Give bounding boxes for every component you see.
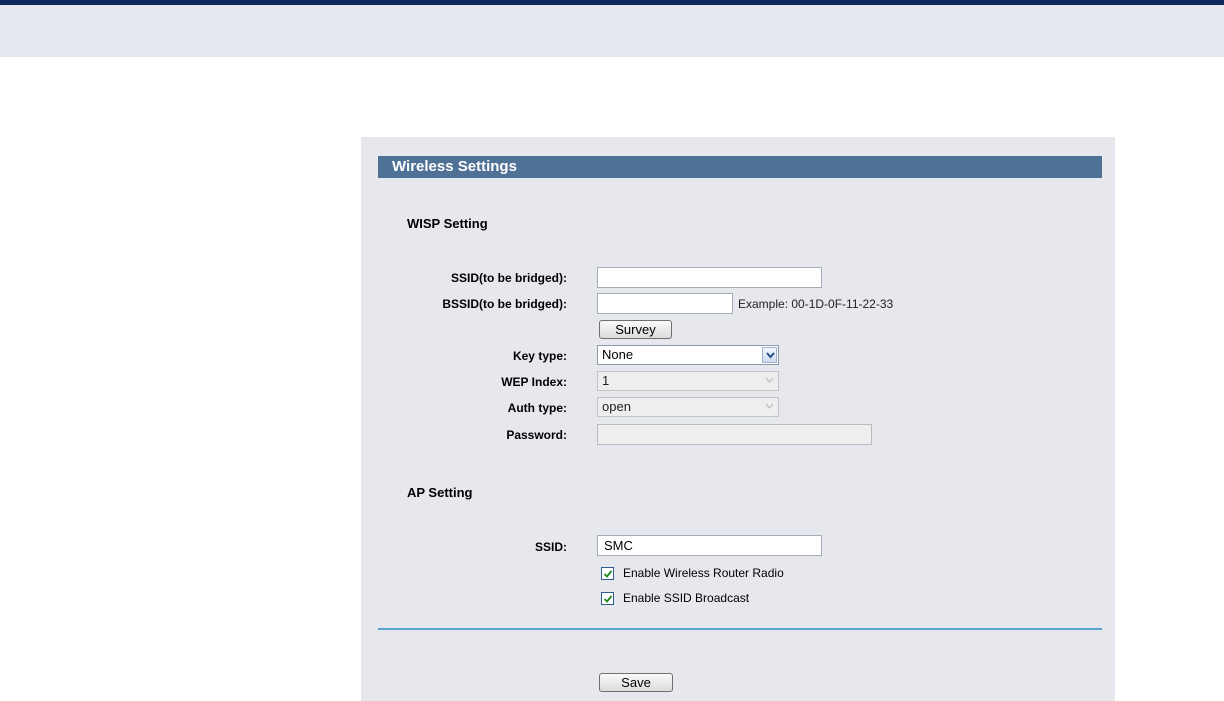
wep-index-value: 1 — [602, 373, 610, 388]
ap-ssid-input[interactable] — [597, 535, 822, 556]
chevron-down-icon[interactable] — [762, 347, 777, 363]
auth-type-value: open — [602, 399, 631, 414]
chevron-down-icon — [762, 399, 777, 415]
wep-index-label: WEP Index: — [501, 375, 567, 389]
auth-type-select[interactable]: open — [597, 397, 779, 417]
wisp-ssid-label: SSID(to be bridged): — [451, 271, 567, 285]
wisp-bssid-input[interactable] — [597, 293, 733, 314]
enable-radio-checkbox[interactable] — [601, 566, 614, 580]
key-type-label: Key type: — [512, 349, 567, 363]
chevron-down-icon — [762, 373, 777, 389]
wireless-settings-panel: Wireless Settings WISP Setting SSID(to b… — [361, 137, 1115, 701]
top-banner — [0, 5, 1224, 57]
wisp-bssid-label: BSSID(to be bridged): — [442, 297, 567, 311]
enable-radio-row[interactable]: Enable Wireless Router Radio — [601, 565, 784, 581]
section-divider — [378, 628, 1102, 630]
bssid-example-hint: Example: 00-1D-0F-11-22-33 — [738, 297, 894, 311]
ap-section-title: AP Setting — [407, 485, 473, 500]
enable-broadcast-row[interactable]: Enable SSID Broadcast — [601, 590, 749, 606]
ap-ssid-label: SSID: — [534, 540, 567, 554]
enable-broadcast-checkbox[interactable] — [601, 591, 614, 605]
key-type-select[interactable]: None — [597, 345, 779, 365]
key-type-value: None — [602, 347, 634, 362]
wisp-section-title: WISP Setting — [407, 216, 488, 231]
survey-button[interactable]: Survey — [599, 320, 672, 339]
password-input[interactable] — [597, 424, 872, 445]
password-label: Password: — [506, 428, 567, 442]
save-button[interactable]: Save — [599, 673, 673, 692]
auth-type-label: Auth type: — [507, 401, 567, 415]
wep-index-select[interactable]: 1 — [597, 371, 779, 391]
panel-title: Wireless Settings — [378, 156, 1102, 178]
enable-radio-label: Enable Wireless Router Radio — [623, 566, 784, 580]
wisp-ssid-input[interactable] — [597, 267, 822, 288]
enable-broadcast-label: Enable SSID Broadcast — [623, 591, 750, 605]
